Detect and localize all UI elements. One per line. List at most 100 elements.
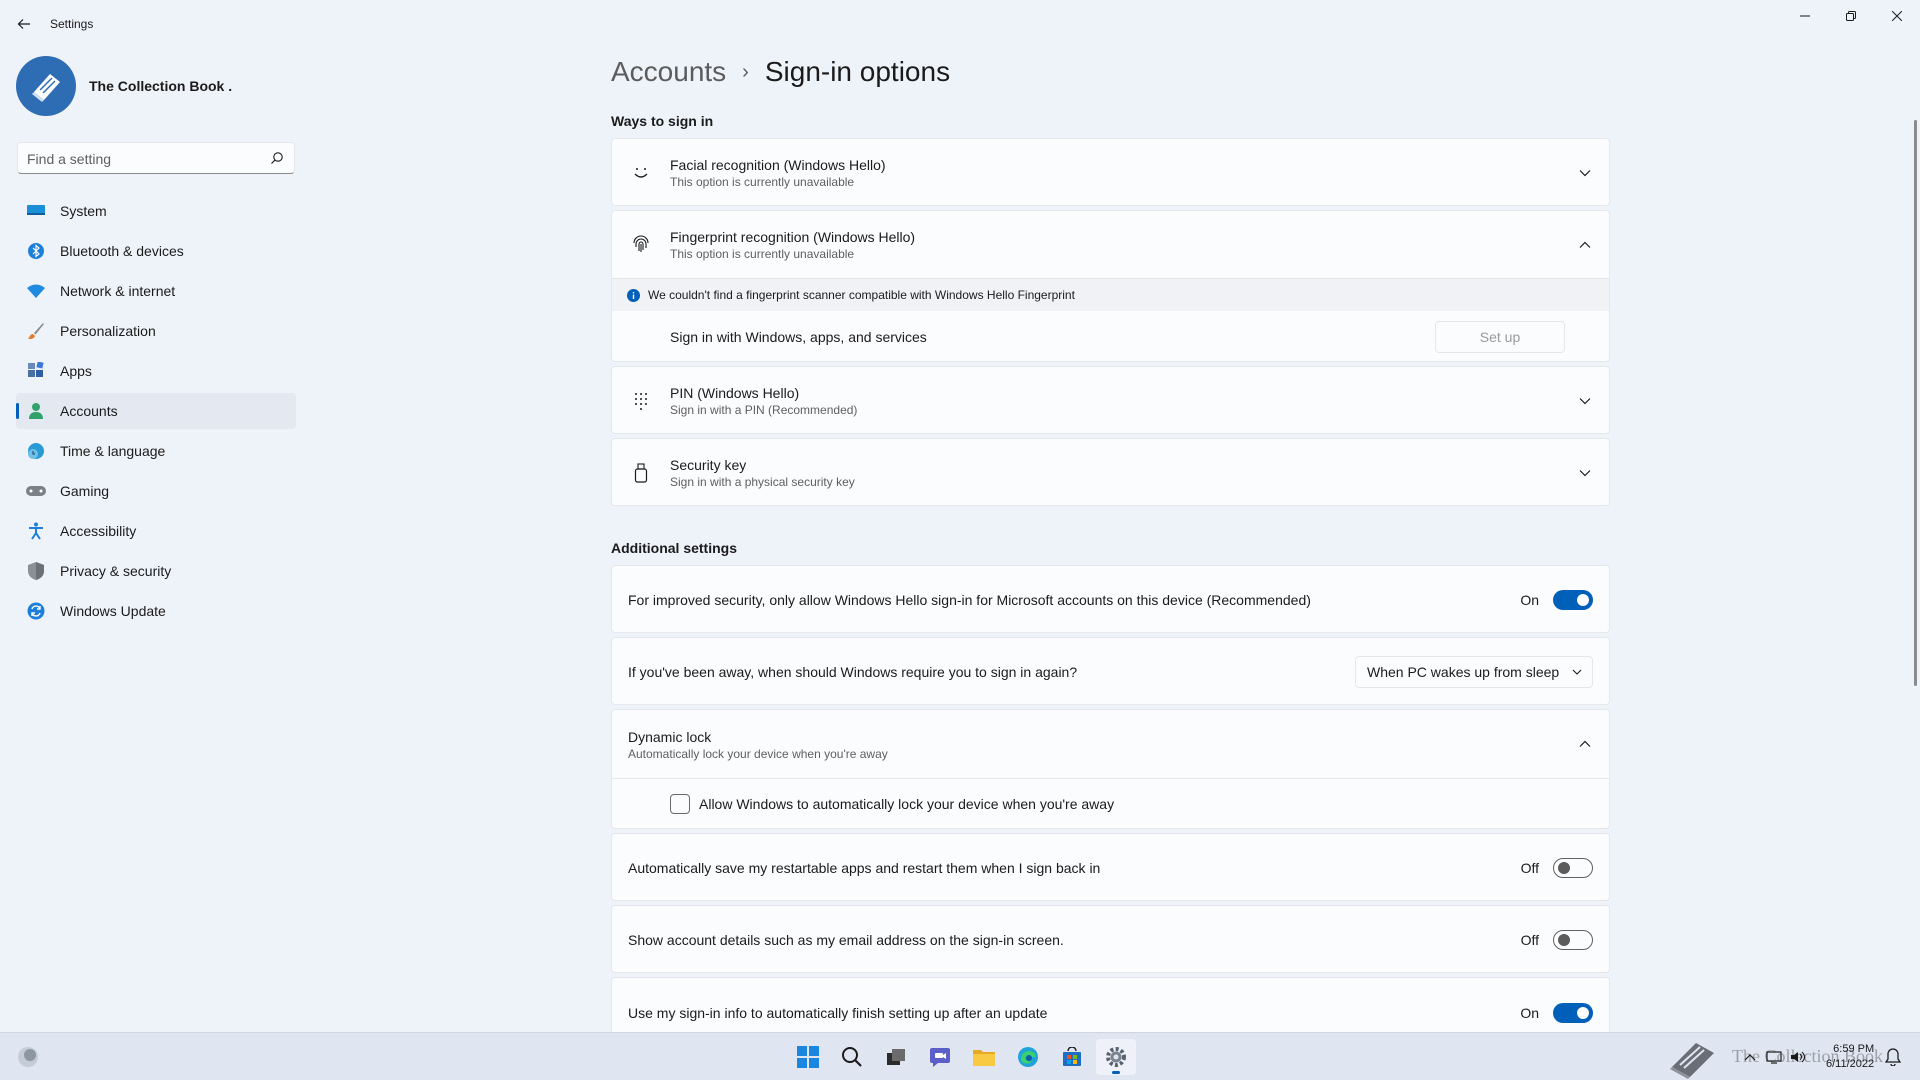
fingerprint-recognition-title: Fingerprint recognition (Windows Hello)	[670, 229, 916, 245]
sidebar-item-time-language[interactable]: Time & language	[16, 433, 296, 469]
store-button[interactable]	[1052, 1039, 1092, 1075]
sidebar-item-label: Privacy & security	[60, 563, 172, 579]
toggle-state-label: On	[1520, 1005, 1539, 1021]
back-arrow-icon	[17, 19, 30, 29]
bluetooth-icon	[26, 241, 46, 261]
folder-icon	[973, 1050, 995, 1066]
settings-taskbar-button[interactable]	[1096, 1039, 1136, 1075]
shield-icon	[26, 561, 46, 581]
task-view-button[interactable]	[876, 1039, 916, 1075]
finish-setup-label: Use my sign-in info to automatically fin…	[628, 1005, 1048, 1021]
sidebar-item-network[interactable]: Network & internet	[16, 273, 296, 309]
clock[interactable]: 6:59 PM 6/11/2022	[1826, 1042, 1874, 1072]
toggle-state-label: Off	[1520, 932, 1539, 948]
breadcrumb-accounts[interactable]: Accounts	[611, 56, 726, 88]
require-signin-label: If you've been away, when should Windows…	[628, 664, 1078, 680]
chat-icon	[930, 1048, 950, 1067]
restore-icon	[1846, 11, 1856, 21]
restart-apps-toggle[interactable]	[1553, 858, 1593, 878]
widgets-button[interactable]	[17, 1046, 39, 1073]
profile-card[interactable]: The Collection Book .	[16, 56, 232, 116]
chevron-up-icon[interactable]	[1577, 237, 1593, 253]
title-bar: Settings	[0, 0, 1920, 48]
sidebar-item-label: Personalization	[60, 323, 156, 339]
sidebar-item-privacy-security[interactable]: Privacy & security	[16, 553, 296, 589]
globe-clock-icon	[26, 441, 46, 461]
finish-setup-toggle[interactable]	[1553, 1003, 1593, 1023]
dynamic-lock-checkbox-label[interactable]: Allow Windows to automatically lock your…	[699, 796, 1114, 812]
account-details-label: Show account details such as my email ad…	[628, 932, 1064, 948]
chevron-up-icon[interactable]	[1577, 736, 1593, 752]
facial-recognition-card[interactable]: Facial recognition (Windows Hello) This …	[611, 138, 1610, 206]
minimize-button[interactable]	[1782, 0, 1828, 32]
sidebar-item-label: System	[60, 203, 107, 219]
pin-title: PIN (Windows Hello)	[670, 385, 800, 401]
chevron-down-icon[interactable]	[1577, 465, 1593, 481]
chevron-down-icon[interactable]	[1577, 393, 1593, 409]
breadcrumb: Accounts › Sign-in options	[611, 56, 950, 88]
close-icon	[1892, 11, 1902, 21]
security-key-status: Sign in with a physical security key	[670, 475, 855, 489]
sidebar-item-bluetooth[interactable]: Bluetooth & devices	[16, 233, 296, 269]
sidebar-item-label: Accessibility	[60, 523, 137, 539]
sidebar-item-label: Accounts	[60, 403, 118, 419]
brush-icon	[26, 321, 46, 341]
hello-only-toggle[interactable]	[1553, 590, 1593, 610]
volume-icon[interactable]	[1788, 1048, 1808, 1066]
search-taskbar-button[interactable]	[832, 1039, 872, 1075]
security-key-card[interactable]: Security key Sign in with a physical sec…	[611, 438, 1610, 506]
chevron-down-icon	[1572, 669, 1582, 675]
pin-card[interactable]: PIN (Windows Hello) Sign in with a PIN (…	[611, 366, 1610, 434]
sidebar-item-windows-update[interactable]: Windows Update	[16, 593, 296, 629]
sidebar-item-label: Gaming	[60, 483, 110, 499]
notification-bell-icon[interactable]	[1884, 1048, 1902, 1071]
dynamic-lock-checkbox[interactable]	[670, 794, 690, 814]
weather-widget-icon	[18, 1047, 38, 1067]
require-signin-setting: If you've been away, when should Windows…	[611, 637, 1610, 705]
scrollbar[interactable]	[1914, 120, 1917, 686]
sidebar-item-accounts[interactable]: Accounts	[16, 393, 296, 429]
set-up-button[interactable]: Set up	[1435, 321, 1565, 353]
toggle-state-label: On	[1520, 592, 1539, 608]
keypad-icon	[629, 389, 653, 413]
gamepad-icon	[26, 481, 46, 501]
start-button[interactable]	[788, 1039, 828, 1075]
sidebar-item-apps[interactable]: Apps	[16, 353, 296, 389]
edge-button[interactable]	[1008, 1039, 1048, 1075]
hello-only-label: For improved security, only allow Window…	[628, 592, 1311, 608]
fingerprint-icon	[629, 233, 653, 257]
sidebar-item-label: Apps	[60, 363, 92, 379]
window-controls	[1782, 0, 1920, 32]
dynamic-lock-header[interactable]: Dynamic lock Automatically lock your dev…	[628, 729, 888, 761]
facial-recognition-title: Facial recognition (Windows Hello)	[670, 157, 886, 173]
require-signin-dropdown[interactable]: When PC wakes up from sleep	[1355, 656, 1593, 688]
fingerprint-recognition-card: Fingerprint recognition (Windows Hello) …	[611, 210, 1610, 362]
search-icon[interactable]	[270, 151, 284, 165]
search-box[interactable]	[17, 142, 295, 174]
chat-button[interactable]	[920, 1039, 960, 1075]
sidebar-item-system[interactable]: System	[16, 193, 296, 229]
taskbar-apps	[788, 1039, 1140, 1075]
account-details-toggle[interactable]	[1553, 930, 1593, 950]
sidebar-item-label: Time & language	[60, 443, 166, 459]
sidebar-item-personalization[interactable]: Personalization	[16, 313, 296, 349]
sidebar-nav: System Bluetooth & devices Network & int…	[16, 193, 296, 633]
sidebar-item-gaming[interactable]: Gaming	[16, 473, 296, 509]
search-input[interactable]	[27, 149, 257, 169]
divider	[612, 778, 1609, 779]
sidebar-item-accessibility[interactable]: Accessibility	[16, 513, 296, 549]
chevron-up-icon[interactable]	[1740, 1048, 1760, 1066]
file-explorer-button[interactable]	[964, 1039, 1004, 1075]
facial-recognition-status: This option is currently unavailable	[670, 175, 855, 189]
restore-button[interactable]	[1828, 0, 1874, 32]
fingerprint-header[interactable]: Fingerprint recognition (Windows Hello) …	[670, 229, 915, 261]
back-button[interactable]	[10, 10, 38, 38]
fingerprint-signin-label: Sign in with Windows, apps, and services	[670, 329, 927, 345]
close-button[interactable]	[1874, 0, 1920, 32]
network-icon[interactable]	[1764, 1048, 1784, 1066]
info-message: We couldn't find a fingerprint scanner c…	[648, 288, 1075, 302]
toggle-state-label: Off	[1520, 860, 1539, 876]
book-logo-icon	[32, 74, 60, 102]
chevron-down-icon[interactable]	[1577, 165, 1593, 181]
accessibility-icon	[26, 521, 46, 541]
